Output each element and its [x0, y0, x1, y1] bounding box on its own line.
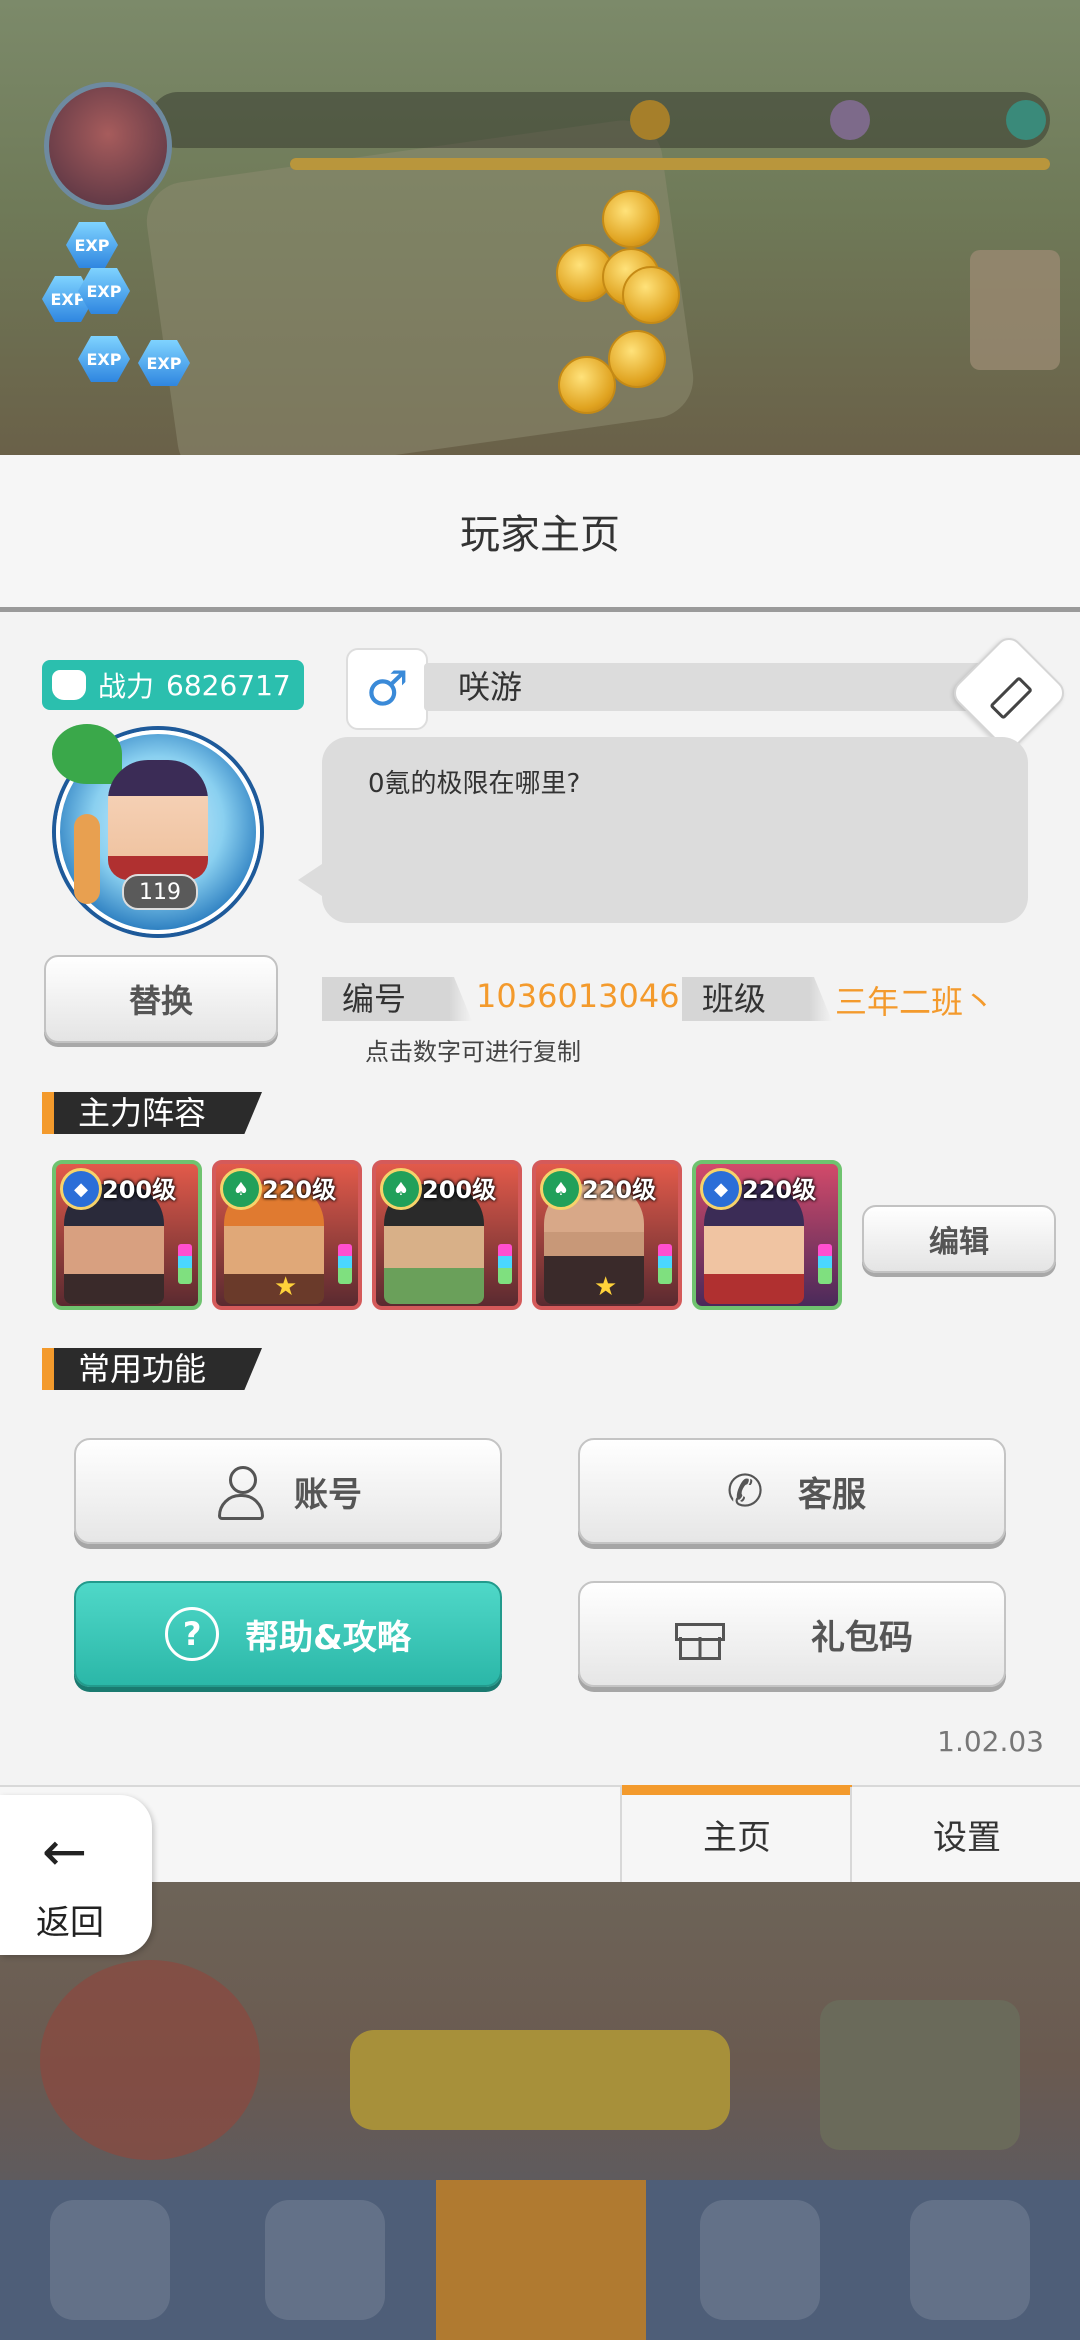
- joystick: [40, 1960, 260, 2160]
- gift-code-label: 礼包码: [811, 1617, 913, 1658]
- gift-icon: [671, 1607, 725, 1661]
- tab-settings[interactable]: 设置: [850, 1787, 1080, 1882]
- star-icon: ★: [594, 1272, 618, 1302]
- hero-card[interactable]: ♠ 220级 ★: [212, 1160, 362, 1310]
- customer-service-label: 客服: [798, 1474, 866, 1515]
- pencil-icon: [989, 676, 1034, 720]
- power-label: 战力: [98, 670, 155, 703]
- back-button[interactable]: ← 返回: [0, 1795, 152, 1955]
- hero-card[interactable]: ◆ 200级: [52, 1160, 202, 1310]
- phone-icon: ✆: [726, 1465, 764, 1517]
- player-name: 咲游: [458, 668, 523, 706]
- exp-orb-icon: EXP: [78, 336, 130, 382]
- hero-level: 220级: [742, 1176, 817, 1204]
- hero-grade-icon: ♠: [220, 1168, 262, 1210]
- gender-male-icon: ♂: [346, 648, 428, 730]
- hero-grade-icon: ◆: [60, 1168, 102, 1210]
- back-label: 返回: [36, 1903, 104, 1943]
- account-button[interactable]: 账号: [74, 1438, 502, 1544]
- player-signature: 0氪的极限在哪里?: [368, 769, 581, 799]
- hero-level: 220级: [262, 1176, 337, 1204]
- help-icon: ?: [165, 1607, 220, 1661]
- gold-coin-icon: [558, 356, 616, 414]
- swap-avatar-button[interactable]: 替换: [44, 955, 278, 1043]
- help-guide-label: 帮助&攻略: [245, 1617, 411, 1658]
- game-bottom-nav: [0, 2180, 1080, 2340]
- id-label: 编号: [322, 977, 472, 1021]
- player-avatar[interactable]: 119: [52, 724, 260, 934]
- hero-level: 220级: [582, 1176, 657, 1204]
- avatar-portrait: [108, 760, 208, 880]
- customer-service-button[interactable]: ✆ 客服: [578, 1438, 1006, 1544]
- copy-hint: 点击数字可进行复制: [365, 1038, 581, 1066]
- treasure-chest-icon: [820, 2000, 1020, 2150]
- background-action-button: [350, 2030, 730, 2130]
- map-building: [970, 250, 1060, 370]
- hero-grade-icon: ♠: [540, 1168, 582, 1210]
- gold-coin-icon: [622, 266, 680, 324]
- hero-card[interactable]: ♠ 200级: [372, 1160, 522, 1310]
- nav-slot: [50, 2200, 170, 2320]
- page-title: 玩家主页: [460, 512, 620, 558]
- hero-card[interactable]: ◆ 220级: [692, 1160, 842, 1310]
- hero-stat-bars: [658, 1244, 672, 1284]
- hero-stat-bars: [498, 1244, 512, 1284]
- nav-slot: [700, 2200, 820, 2320]
- hero-level: 200级: [102, 1176, 177, 1204]
- tab-home[interactable]: 主页: [620, 1785, 852, 1882]
- avatar-level-badge: 119: [122, 874, 198, 910]
- gift-code-button[interactable]: 礼包码: [578, 1581, 1006, 1687]
- nav-slot-active: [436, 2180, 646, 2340]
- hud-exp-progress: [290, 158, 1050, 170]
- fist-icon: [52, 670, 86, 700]
- version-text: 1.02.03: [937, 1725, 1044, 1758]
- power-value: 6826717: [166, 668, 291, 702]
- lineup-section-header: 主力阵容: [42, 1092, 262, 1134]
- hero-grade-icon: ◆: [700, 1168, 742, 1210]
- back-arrow-icon: ←: [42, 1820, 88, 1883]
- hud-resource-bar: [150, 92, 1050, 148]
- hud-add-icon: [1006, 100, 1046, 140]
- surfboard-icon: [74, 814, 100, 904]
- edit-lineup-button[interactable]: 编辑: [862, 1205, 1056, 1273]
- palm-tree-icon: [52, 724, 122, 784]
- player-class-value: 三年二班丶: [835, 983, 996, 1021]
- nav-slot: [265, 2200, 385, 2320]
- star-icon: ★: [274, 1272, 298, 1302]
- hero-grade-icon: ♠: [380, 1168, 422, 1210]
- game-background-top: EXP EXP EXP EXP EXP: [0, 0, 1080, 485]
- hero-level: 200级: [422, 1176, 497, 1204]
- gold-coin-icon: [602, 190, 660, 248]
- player-profile-panel: 玩家主页 战力 6826717 119 替换 ♂ 咲游 0氪的极限在哪里? 编号…: [0, 455, 1080, 1882]
- account-button-label: 账号: [294, 1474, 362, 1515]
- hero-card[interactable]: ♠ 220级 ★: [532, 1160, 682, 1310]
- help-guide-button[interactable]: ? 帮助&攻略: [74, 1581, 502, 1687]
- class-label: 班级: [682, 977, 832, 1021]
- gold-coin-icon: [608, 330, 666, 388]
- hud-avatar: [44, 82, 172, 210]
- hero-stat-bars: [818, 1244, 832, 1284]
- hero-stat-bars: [178, 1244, 192, 1284]
- exp-orb-icon: EXP: [66, 222, 118, 268]
- panel-header: 玩家主页: [0, 455, 1080, 612]
- power-badge: 战力 6826717: [42, 660, 304, 710]
- player-id-value[interactable]: 1036013046: [476, 977, 680, 1015]
- user-icon: [214, 1464, 268, 1520]
- edit-name-button[interactable]: [948, 632, 1070, 754]
- hud-gem-icon: [830, 100, 870, 140]
- profile-tab-bar: 主页 设置: [0, 1785, 1080, 1882]
- hud-coin-icon: [630, 100, 670, 140]
- functions-section-header: 常用功能: [42, 1348, 262, 1390]
- hero-stat-bars: [338, 1244, 352, 1284]
- nav-slot: [910, 2200, 1030, 2320]
